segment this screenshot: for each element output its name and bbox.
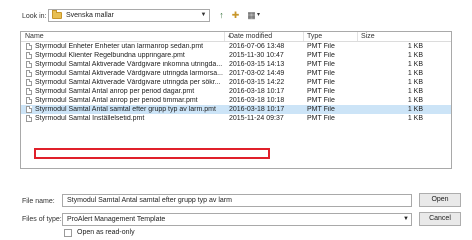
look-in-label: Look in: xyxy=(22,13,47,20)
file-type: PMT File xyxy=(307,43,335,50)
file-type: PMT File xyxy=(307,52,335,59)
list-header: Name ▲ Date modified Type Size xyxy=(21,32,451,42)
file-date: 2015-11-30 10:47 xyxy=(229,52,284,59)
up-folder-icon[interactable]: ↑ xyxy=(216,10,227,21)
file-icon xyxy=(26,79,32,86)
file-type: PMT File xyxy=(307,88,335,95)
file-icon xyxy=(26,115,32,122)
file-icon xyxy=(26,106,32,113)
file-type-select[interactable]: ProAlert Management Template ▼ xyxy=(62,213,412,226)
file-size: 1 KB xyxy=(407,43,423,50)
column-divider[interactable] xyxy=(224,32,225,41)
file-date: 2015-11-24 09:37 xyxy=(229,115,284,122)
file-name: Styrmodul Samtal Aktiverade Vårdgivare i… xyxy=(35,61,223,68)
file-size: 1 KB xyxy=(407,106,423,113)
file-icon xyxy=(26,43,32,50)
column-header-name[interactable]: Name xyxy=(25,33,44,40)
file-date: 2016-07-06 13:48 xyxy=(229,43,285,50)
open-button[interactable]: Open xyxy=(419,193,461,207)
file-name: Styrmodul Samtal Antal anrop per period … xyxy=(35,97,198,104)
file-row[interactable]: Styrmodul Samtal Antal anrop per period … xyxy=(21,96,451,105)
file-row[interactable]: Styrmodul Enheter Enheter utan larmanrop… xyxy=(21,42,451,51)
file-row[interactable]: Styrmodul Samtal Aktiverade Vårdgivare u… xyxy=(21,69,451,78)
file-icon xyxy=(26,52,32,59)
file-date: 2016-03-15 14:13 xyxy=(229,61,285,68)
file-type-value: ProAlert Management Template xyxy=(67,216,166,223)
column-header-date[interactable]: Date modified xyxy=(229,33,272,40)
file-name: Styrmodul Samtal Antal samtal efter grup… xyxy=(35,106,216,113)
file-name-input[interactable]: Stymodul Samtal Antal samtal efter grupp… xyxy=(62,194,412,207)
chevron-down-icon[interactable]: ▼ xyxy=(403,216,409,222)
file-size: 1 KB xyxy=(407,52,423,59)
file-icon xyxy=(26,61,32,68)
file-date: 2016-03-18 10:17 xyxy=(229,88,285,95)
file-date: 2017-03-02 14:49 xyxy=(229,70,285,77)
file-name: Styrmodul Samtal Aktiverade Vårdgivare u… xyxy=(35,70,223,77)
file-name-label: File name: xyxy=(22,198,55,205)
file-icon xyxy=(26,97,32,104)
new-folder-icon[interactable]: ✚ xyxy=(230,10,241,21)
file-icon xyxy=(26,70,32,77)
view-menu-caret-icon[interactable]: ▾ xyxy=(257,11,260,18)
file-type: PMT File xyxy=(307,79,335,86)
file-row[interactable]: Styrmodul Samtal Aktiverade Vårdgivare u… xyxy=(21,78,451,87)
file-name: Styrmodul Klienter Regelbundna uppringar… xyxy=(35,52,185,59)
file-row[interactable]: Styrmodul Samtal Inställelsetid.pmt 2015… xyxy=(21,114,451,123)
file-size: 1 KB xyxy=(407,70,423,77)
folder-icon xyxy=(52,10,62,19)
file-date: 2016-03-15 14:22 xyxy=(229,79,285,86)
file-row[interactable]: Styrmodul Samtal Antal anrop per period … xyxy=(21,87,451,96)
read-only-label: Open as read-only xyxy=(77,229,135,236)
file-row[interactable]: Styrmodul Klienter Regelbundna uppringar… xyxy=(21,51,451,60)
file-date: 2016-03-18 10:17 xyxy=(229,106,285,113)
highlight-annotation-box xyxy=(34,148,270,159)
column-divider[interactable] xyxy=(303,32,304,41)
column-divider[interactable] xyxy=(357,32,358,41)
file-name: Styrmodul Samtal Antal anrop per period … xyxy=(35,88,195,95)
file-icon xyxy=(26,88,32,95)
file-size: 1 KB xyxy=(407,61,423,68)
file-name: Styrmodul Enheter Enheter utan larmanrop… xyxy=(35,43,204,50)
file-name: Styrmodul Samtal Inställelsetid.pmt xyxy=(35,115,145,122)
file-row[interactable]: Styrmodul Samtal Aktiverade Vårdgivare i… xyxy=(21,60,451,69)
file-size: 1 KB xyxy=(407,115,423,122)
file-size: 1 KB xyxy=(407,97,423,104)
file-type: PMT File xyxy=(307,115,335,122)
chevron-down-icon[interactable]: ▼ xyxy=(198,10,209,21)
file-type: PMT File xyxy=(307,97,335,104)
file-row-selected[interactable]: Styrmodul Samtal Antal samtal efter grup… xyxy=(21,105,451,114)
file-type: PMT File xyxy=(307,61,335,68)
cancel-button[interactable]: Cancel xyxy=(419,212,461,226)
file-type: PMT File xyxy=(307,70,335,77)
file-size: 1 KB xyxy=(407,79,423,86)
column-header-type[interactable]: Type xyxy=(307,33,322,40)
column-header-size[interactable]: Size xyxy=(361,33,375,40)
file-date: 2016-03-18 10:18 xyxy=(229,97,285,104)
read-only-checkbox[interactable] xyxy=(64,229,72,237)
look-in-value: Svenska mallar xyxy=(66,12,114,19)
file-type-label: Files of type: xyxy=(22,216,62,223)
file-type: PMT File xyxy=(307,106,335,113)
file-name: Styrmodul Samtal Aktiverade Vårdgivare u… xyxy=(35,79,221,86)
look-in-dropdown[interactable]: Svenska mallar ▼ xyxy=(48,9,210,22)
view-menu-icon[interactable]: ▦ xyxy=(246,10,257,21)
file-size: 1 KB xyxy=(407,88,423,95)
